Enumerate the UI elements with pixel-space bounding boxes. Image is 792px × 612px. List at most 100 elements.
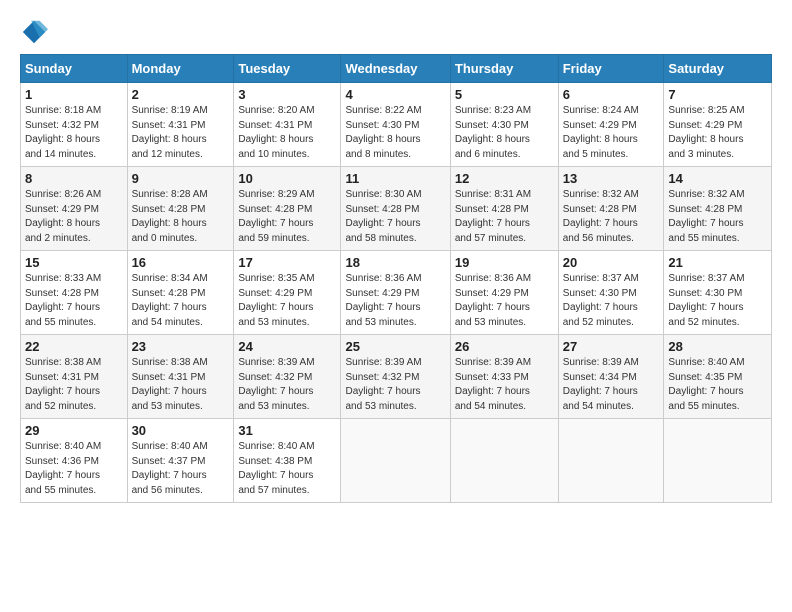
day-info: Sunrise: 8:36 AM Sunset: 4:29 PM Dayligh…	[345, 272, 445, 330]
day-info: Sunrise: 8:39 AM Sunset: 4:32 PM Dayligh…	[345, 356, 445, 414]
day-info: Sunrise: 8:40 AM Sunset: 4:36 PM Dayligh…	[25, 440, 123, 498]
calendar-cell: 26 Sunrise: 8:39 AM Sunset: 4:33 PM Dayli…	[450, 335, 558, 419]
day-info: Sunrise: 8:19 AM Sunset: 4:31 PM Dayligh…	[132, 104, 230, 162]
calendar-cell: 19 Sunrise: 8:36 AM Sunset: 4:29 PM Dayli…	[450, 251, 558, 335]
day-number: 17	[238, 255, 336, 270]
calendar-cell: 6 Sunrise: 8:24 AM Sunset: 4:29 PM Daylig…	[558, 83, 664, 167]
calendar-week-3: 15 Sunrise: 8:33 AM Sunset: 4:28 PM Dayli…	[21, 251, 772, 335]
day-info: Sunrise: 8:40 AM Sunset: 4:38 PM Dayligh…	[238, 440, 336, 498]
day-number: 26	[455, 339, 554, 354]
calendar-cell: 15 Sunrise: 8:33 AM Sunset: 4:28 PM Dayli…	[21, 251, 128, 335]
calendar-cell: 11 Sunrise: 8:30 AM Sunset: 4:28 PM Dayli…	[341, 167, 450, 251]
day-number: 6	[563, 87, 660, 102]
day-number: 4	[345, 87, 445, 102]
day-number: 11	[345, 171, 445, 186]
day-info: Sunrise: 8:29 AM Sunset: 4:28 PM Dayligh…	[238, 188, 336, 246]
day-info: Sunrise: 8:38 AM Sunset: 4:31 PM Dayligh…	[25, 356, 123, 414]
calendar-cell: 17Sunrise: 8:35 AM Sunset: 4:29 PM Dayli…	[234, 251, 341, 335]
calendar-cell: 30 Sunrise: 8:40 AM Sunset: 4:37 PM Dayli…	[127, 419, 234, 503]
day-number: 22	[25, 339, 123, 354]
day-info: Sunrise: 8:23 AM Sunset: 4:30 PM Dayligh…	[455, 104, 554, 162]
calendar-cell: 31 Sunrise: 8:40 AM Sunset: 4:38 PM Dayli…	[234, 419, 341, 503]
col-header-wednesday: Wednesday	[341, 55, 450, 83]
calendar-cell	[450, 419, 558, 503]
calendar-cell: 3Sunrise: 8:20 AM Sunset: 4:31 PM Daylig…	[234, 83, 341, 167]
day-info: Sunrise: 8:32 AM Sunset: 4:28 PM Dayligh…	[668, 188, 767, 246]
calendar-cell: 4Sunrise: 8:22 AM Sunset: 4:30 PM Daylig…	[341, 83, 450, 167]
day-number: 31	[238, 423, 336, 438]
day-info: Sunrise: 8:37 AM Sunset: 4:30 PM Dayligh…	[563, 272, 660, 330]
calendar-cell: 12 Sunrise: 8:31 AM Sunset: 4:28 PM Dayli…	[450, 167, 558, 251]
calendar-cell: 8Sunrise: 8:26 AM Sunset: 4:29 PM Daylig…	[21, 167, 128, 251]
day-number: 19	[455, 255, 554, 270]
day-info: Sunrise: 8:37 AM Sunset: 4:30 PM Dayligh…	[668, 272, 767, 330]
day-number: 8	[25, 171, 123, 186]
day-info: Sunrise: 8:34 AM Sunset: 4:28 PM Dayligh…	[132, 272, 230, 330]
calendar-cell: 21 Sunrise: 8:37 AM Sunset: 4:30 PM Dayli…	[664, 251, 772, 335]
calendar-cell: 13Sunrise: 8:32 AM Sunset: 4:28 PM Dayli…	[558, 167, 664, 251]
day-info: Sunrise: 8:33 AM Sunset: 4:28 PM Dayligh…	[25, 272, 123, 330]
day-info: Sunrise: 8:39 AM Sunset: 4:34 PM Dayligh…	[563, 356, 660, 414]
day-number: 24	[238, 339, 336, 354]
day-info: Sunrise: 8:32 AM Sunset: 4:28 PM Dayligh…	[563, 188, 660, 246]
day-number: 7	[668, 87, 767, 102]
calendar-cell	[558, 419, 664, 503]
day-number: 18	[345, 255, 445, 270]
calendar-cell: 16 Sunrise: 8:34 AM Sunset: 4:28 PM Dayli…	[127, 251, 234, 335]
day-info: Sunrise: 8:25 AM Sunset: 4:29 PM Dayligh…	[668, 104, 767, 162]
col-header-sunday: Sunday	[21, 55, 128, 83]
calendar-cell: 23 Sunrise: 8:38 AM Sunset: 4:31 PM Dayli…	[127, 335, 234, 419]
calendar-cell	[341, 419, 450, 503]
calendar-cell: 27 Sunrise: 8:39 AM Sunset: 4:34 PM Dayli…	[558, 335, 664, 419]
calendar-cell	[664, 419, 772, 503]
col-header-tuesday: Tuesday	[234, 55, 341, 83]
day-number: 23	[132, 339, 230, 354]
calendar-cell: 28Sunrise: 8:40 AM Sunset: 4:35 PM Dayli…	[664, 335, 772, 419]
calendar-cell: 5Sunrise: 8:23 AM Sunset: 4:30 PM Daylig…	[450, 83, 558, 167]
calendar-cell: 9Sunrise: 8:28 AM Sunset: 4:28 PM Daylig…	[127, 167, 234, 251]
day-number: 10	[238, 171, 336, 186]
day-info: Sunrise: 8:39 AM Sunset: 4:33 PM Dayligh…	[455, 356, 554, 414]
calendar-header-row: SundayMondayTuesdayWednesdayThursdayFrid…	[21, 55, 772, 83]
day-info: Sunrise: 8:20 AM Sunset: 4:31 PM Dayligh…	[238, 104, 336, 162]
day-number: 27	[563, 339, 660, 354]
day-number: 30	[132, 423, 230, 438]
day-info: Sunrise: 8:31 AM Sunset: 4:28 PM Dayligh…	[455, 188, 554, 246]
calendar-cell: 7 Sunrise: 8:25 AM Sunset: 4:29 PM Daylig…	[664, 83, 772, 167]
day-info: Sunrise: 8:30 AM Sunset: 4:28 PM Dayligh…	[345, 188, 445, 246]
day-number: 12	[455, 171, 554, 186]
col-header-thursday: Thursday	[450, 55, 558, 83]
day-number: 1	[25, 87, 123, 102]
calendar-week-4: 22 Sunrise: 8:38 AM Sunset: 4:31 PM Dayli…	[21, 335, 772, 419]
day-info: Sunrise: 8:28 AM Sunset: 4:28 PM Dayligh…	[132, 188, 230, 246]
day-info: Sunrise: 8:18 AM Sunset: 4:32 PM Dayligh…	[25, 104, 123, 162]
calendar-cell: 1 Sunrise: 8:18 AM Sunset: 4:32 PM Daylig…	[21, 83, 128, 167]
day-number: 21	[668, 255, 767, 270]
day-number: 29	[25, 423, 123, 438]
day-info: Sunrise: 8:38 AM Sunset: 4:31 PM Dayligh…	[132, 356, 230, 414]
logo	[20, 18, 50, 46]
day-number: 20	[563, 255, 660, 270]
day-info: Sunrise: 8:24 AM Sunset: 4:29 PM Dayligh…	[563, 104, 660, 162]
calendar-week-5: 29 Sunrise: 8:40 AM Sunset: 4:36 PM Dayli…	[21, 419, 772, 503]
day-number: 2	[132, 87, 230, 102]
col-header-friday: Friday	[558, 55, 664, 83]
day-number: 15	[25, 255, 123, 270]
day-number: 25	[345, 339, 445, 354]
header	[20, 18, 772, 46]
col-header-monday: Monday	[127, 55, 234, 83]
col-header-saturday: Saturday	[664, 55, 772, 83]
calendar-cell: 20 Sunrise: 8:37 AM Sunset: 4:30 PM Dayli…	[558, 251, 664, 335]
calendar-cell: 10 Sunrise: 8:29 AM Sunset: 4:28 PM Dayli…	[234, 167, 341, 251]
day-number: 16	[132, 255, 230, 270]
calendar-cell: 29 Sunrise: 8:40 AM Sunset: 4:36 PM Dayli…	[21, 419, 128, 503]
logo-icon	[20, 18, 48, 46]
day-info: Sunrise: 8:36 AM Sunset: 4:29 PM Dayligh…	[455, 272, 554, 330]
day-number: 14	[668, 171, 767, 186]
calendar-cell: 24 Sunrise: 8:39 AM Sunset: 4:32 PM Dayli…	[234, 335, 341, 419]
day-number: 28	[668, 339, 767, 354]
day-info: Sunrise: 8:40 AM Sunset: 4:37 PM Dayligh…	[132, 440, 230, 498]
calendar-cell: 25 Sunrise: 8:39 AM Sunset: 4:32 PM Dayli…	[341, 335, 450, 419]
calendar-cell: 14 Sunrise: 8:32 AM Sunset: 4:28 PM Dayli…	[664, 167, 772, 251]
day-info: Sunrise: 8:39 AM Sunset: 4:32 PM Dayligh…	[238, 356, 336, 414]
